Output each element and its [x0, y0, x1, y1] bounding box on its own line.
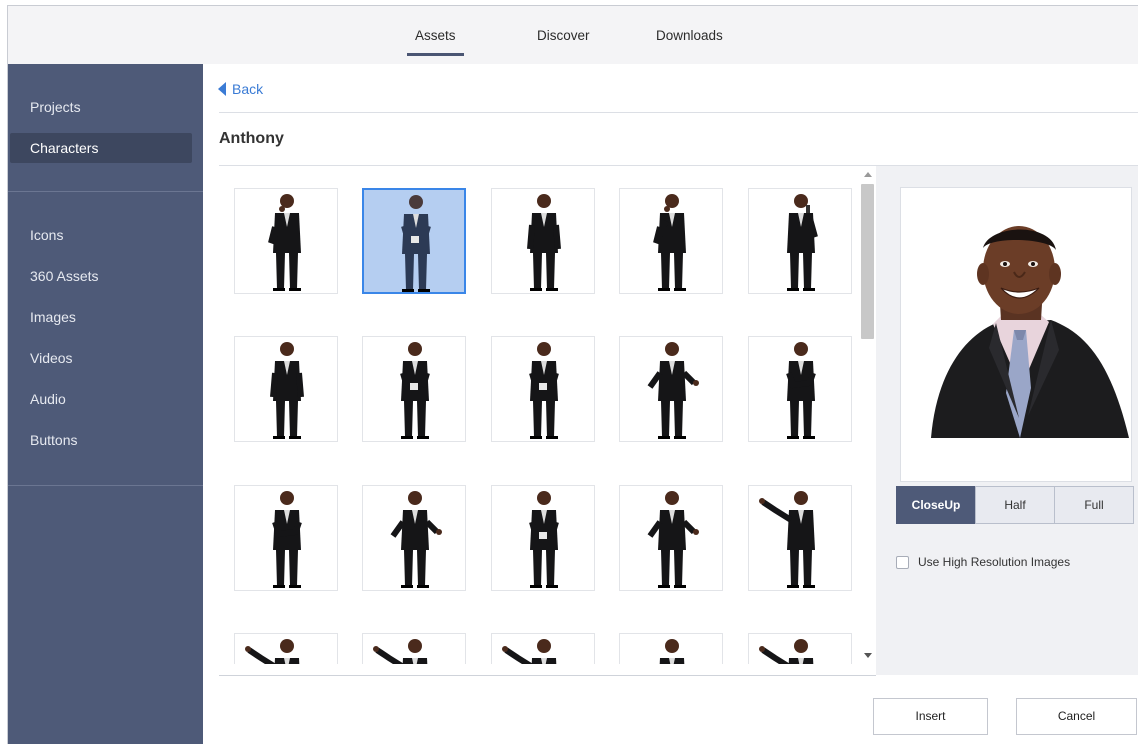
pose-thumbnail[interactable]: [748, 188, 852, 294]
character-pose-illustration: [787, 194, 818, 291]
character-pose-illustration: [759, 639, 814, 664]
pose-thumbnail[interactable]: [362, 633, 466, 664]
scroll-thumb[interactable]: [861, 184, 874, 339]
character-pose-illustration: [268, 194, 301, 291]
pose-thumbnail[interactable]: [619, 188, 723, 294]
sidebar-divider: [8, 485, 203, 486]
pose-thumbnail[interactable]: [491, 188, 595, 294]
sidebar-item-icons[interactable]: Icons: [10, 220, 192, 250]
cancel-button[interactable]: Cancel: [1016, 698, 1137, 735]
character-pose-illustration: [401, 195, 431, 292]
tab-assets[interactable]: Assets: [407, 28, 463, 56]
character-pose-illustration: [529, 342, 559, 439]
insert-button[interactable]: Insert: [873, 698, 988, 735]
sidebar-item-images[interactable]: Images: [10, 302, 192, 332]
character-pose-illustration: [245, 639, 300, 664]
character-preview-image: [900, 187, 1132, 482]
character-pose-illustration: [647, 491, 699, 588]
character-pose-illustration: [373, 639, 428, 664]
character-pose-illustration: [270, 342, 304, 439]
sidebar-item-characters[interactable]: Characters: [10, 133, 192, 163]
character-name: Anthony: [219, 130, 284, 147]
divider: [219, 112, 1138, 113]
pose-thumbnail[interactable]: [619, 485, 723, 591]
divider: [219, 675, 876, 676]
sidebar-divider: [8, 191, 203, 192]
pose-thumbnail[interactable]: [362, 485, 466, 591]
character-pose-illustration: [786, 342, 816, 439]
character-pose-illustration: [653, 194, 686, 291]
sidebar: Projects Characters Icons 360 Assets Ima…: [8, 64, 203, 744]
back-arrow-icon: [218, 82, 226, 96]
pose-thumbnail[interactable]: [234, 336, 338, 442]
pose-thumbnail[interactable]: [491, 485, 595, 591]
pose-thumbnail[interactable]: [748, 336, 852, 442]
scroll-down-icon[interactable]: [864, 653, 872, 658]
grid-scrollbar[interactable]: [859, 166, 876, 664]
tab-discover[interactable]: Discover: [537, 28, 590, 43]
character-pose-illustration: [647, 342, 699, 439]
asset-browser-window: Assets Discover Downloads Projects Chara…: [7, 5, 1138, 744]
pose-thumbnail[interactable]: [234, 633, 338, 664]
character-pose-illustration: [272, 491, 302, 588]
hires-label: Use High Resolution Images: [918, 555, 1071, 569]
hires-option[interactable]: Use High Resolution Images: [896, 555, 1070, 569]
preview-panel: [876, 166, 1138, 675]
hires-checkbox[interactable]: [896, 555, 909, 569]
pose-thumbnail[interactable]: [362, 336, 466, 442]
pose-thumbnail[interactable]: [362, 188, 466, 294]
pose-thumbnail[interactable]: [748, 485, 852, 591]
sidebar-item-videos[interactable]: Videos: [10, 343, 192, 373]
view-full-button[interactable]: Full: [1054, 486, 1134, 524]
view-half-button[interactable]: Half: [975, 486, 1055, 524]
character-pose-grid: [219, 166, 859, 664]
character-closeup-illustration: [901, 188, 1131, 481]
pose-thumbnail[interactable]: [619, 336, 723, 442]
view-closeup-button[interactable]: CloseUp: [896, 486, 976, 524]
character-pose-illustration: [527, 194, 561, 291]
pose-thumbnail[interactable]: [491, 633, 595, 664]
sidebar-item-buttons[interactable]: Buttons: [10, 425, 192, 455]
character-pose-illustration: [390, 491, 442, 588]
pose-thumbnail[interactable]: [234, 485, 338, 591]
pose-thumbnail[interactable]: [619, 633, 723, 664]
tab-downloads[interactable]: Downloads: [656, 28, 723, 43]
back-label: Back: [232, 81, 264, 97]
top-tab-bar: Assets Discover Downloads: [8, 6, 1138, 64]
character-pose-illustration: [529, 491, 559, 588]
scroll-up-icon[interactable]: [864, 172, 872, 177]
character-pose-illustration: [400, 342, 430, 439]
sidebar-item-projects[interactable]: Projects: [10, 92, 192, 122]
pose-thumbnail[interactable]: [748, 633, 852, 664]
pose-thumbnail[interactable]: [234, 188, 338, 294]
sidebar-item-360-assets[interactable]: 360 Assets: [10, 261, 192, 291]
character-pose-illustration: [759, 491, 815, 588]
pose-thumbnail[interactable]: [491, 336, 595, 442]
sidebar-item-audio[interactable]: Audio: [10, 384, 192, 414]
character-pose-illustration: [659, 639, 685, 664]
back-link[interactable]: Back: [218, 81, 263, 97]
character-pose-illustration: [502, 639, 557, 664]
